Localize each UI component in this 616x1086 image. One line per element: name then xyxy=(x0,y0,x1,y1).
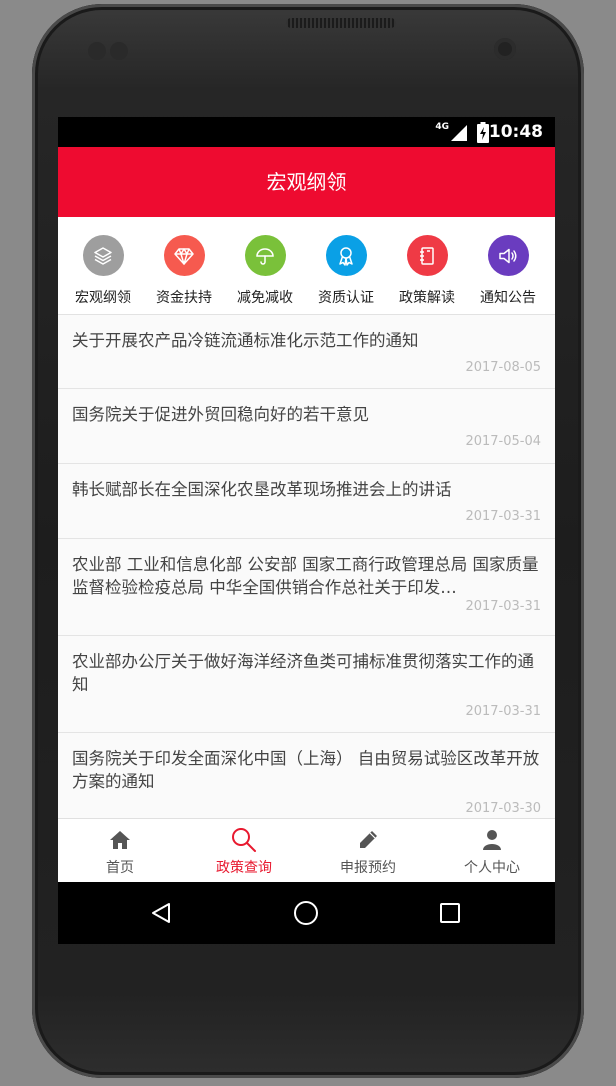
tab-label: 首页 xyxy=(106,860,134,876)
news-title: 国务院关于促进外贸回稳向好的若干意见 xyxy=(72,405,369,424)
news-item[interactable]: 农业部办公厅关于做好海洋经济鱼类可捕标准贯彻落实工作的通知 2017-03-31 xyxy=(58,636,555,733)
network-type: 4G xyxy=(435,122,449,132)
pencil-icon xyxy=(360,831,377,848)
news-date: 2017-08-05 xyxy=(465,360,541,375)
front-camera xyxy=(494,38,516,60)
tab-policy-search[interactable]: 政策查询 xyxy=(182,819,306,882)
speaker-icon xyxy=(499,248,517,263)
back-triangle-icon xyxy=(152,903,170,923)
category-tax-relief[interactable]: 减免减收 xyxy=(224,235,306,307)
notebook-icon xyxy=(420,246,434,265)
diamond-icon xyxy=(174,247,194,265)
news-title: 关于开展农产品冷链流通标准化示范工作的通知 xyxy=(72,331,419,350)
category-label: 宏观纲领 xyxy=(75,290,131,306)
category-label: 减免减收 xyxy=(237,290,293,306)
app-bar: 宏观纲领 xyxy=(58,147,555,217)
tab-label: 申报预约 xyxy=(340,860,396,876)
news-title: 农业部 工业和信息化部 公安部 国家工商行政管理总局 国家质量监督检验检疫总局 … xyxy=(72,555,539,597)
recents-square-icon xyxy=(440,903,460,923)
battery-icon xyxy=(477,122,489,143)
umbrella-icon xyxy=(256,247,274,265)
light-sensor xyxy=(110,42,128,60)
tab-profile[interactable]: 个人中心 xyxy=(430,819,554,882)
tab-home[interactable]: 首页 xyxy=(58,819,182,882)
tab-application[interactable]: 申报预约 xyxy=(306,819,430,882)
home-button[interactable] xyxy=(289,896,323,930)
news-item[interactable]: 国务院关于促进外贸回稳向好的若干意见 2017-05-04 xyxy=(58,389,555,464)
signal-icon xyxy=(451,125,467,141)
category-funding[interactable]: 资金扶持 xyxy=(143,235,225,307)
clock: 10:48 xyxy=(488,122,543,142)
news-item[interactable]: 韩长赋部长在全国深化农垦改革现场推进会上的讲话 2017-03-31 xyxy=(58,464,555,539)
category-label: 通知公告 xyxy=(480,290,536,306)
search-icon xyxy=(232,828,256,852)
news-list: 关于开展农产品冷链流通标准化示范工作的通知 2017-08-05 国务院关于促进… xyxy=(58,315,555,817)
category-interpretation[interactable]: 政策解读 xyxy=(386,235,468,307)
layers-icon xyxy=(94,246,112,265)
news-date: 2017-03-31 xyxy=(465,509,541,524)
news-item[interactable]: 农业部 工业和信息化部 公安部 国家工商行政管理总局 国家质量监督检验检疫总局 … xyxy=(58,539,555,636)
news-title: 农业部办公厅关于做好海洋经济鱼类可捕标准贯彻落实工作的通知 xyxy=(72,652,534,694)
bottom-tab-bar: 首页 政策查询 申报预约 个人中心 xyxy=(58,818,555,882)
news-date: 2017-03-31 xyxy=(465,704,541,719)
back-button[interactable] xyxy=(144,896,178,930)
category-icon-bg xyxy=(325,235,367,276)
tab-label: 政策查询 xyxy=(216,860,272,876)
earpiece-speaker xyxy=(286,18,396,28)
award-icon xyxy=(339,246,353,266)
news-title: 韩长赋部长在全国深化农垦改革现场推进会上的讲话 xyxy=(72,480,452,499)
recents-button[interactable] xyxy=(433,896,467,930)
category-certification[interactable]: 资质认证 xyxy=(305,235,387,307)
category-icon-bg xyxy=(406,235,448,276)
page-title: 宏观纲领 xyxy=(266,170,347,194)
user-icon xyxy=(483,830,501,850)
news-date: 2017-03-30 xyxy=(465,801,541,816)
category-label: 资质认证 xyxy=(318,290,374,306)
category-macro[interactable]: 宏观纲领 xyxy=(62,235,144,307)
category-icon-bg xyxy=(244,235,286,276)
news-item[interactable]: 国务院关于印发全面深化中国（上海） 自由贸易试验区改革开放方案的通知 2017-… xyxy=(58,733,555,817)
proximity-sensor xyxy=(88,42,106,60)
news-item[interactable]: 关于开展农产品冷链流通标准化示范工作的通知 2017-08-05 xyxy=(58,315,555,389)
category-announcements[interactable]: 通知公告 xyxy=(467,235,549,307)
category-icon-bg xyxy=(163,235,205,276)
category-icon-bg xyxy=(82,235,124,276)
category-label: 政策解读 xyxy=(399,290,455,306)
category-grid: 宏观纲领 资金扶持 减免减收 资质认证 政策解读 通知公告 xyxy=(58,217,555,315)
news-date: 2017-05-04 xyxy=(465,434,541,449)
home-icon xyxy=(110,831,130,849)
status-bar: 4G 10:48 xyxy=(58,117,555,147)
system-nav-bar xyxy=(58,882,555,944)
home-circle-icon xyxy=(294,901,318,925)
news-title: 国务院关于印发全面深化中国（上海） 自由贸易试验区改革开放方案的通知 xyxy=(72,749,540,791)
news-date: 2017-03-31 xyxy=(465,599,541,614)
screen: 4G 10:48 宏观纲领 宏观纲领 资金扶持 减免减收 资质认证 政策解读 通… xyxy=(58,117,555,944)
tab-label: 个人中心 xyxy=(464,860,520,876)
category-icon-bg xyxy=(487,235,529,276)
category-label: 资金扶持 xyxy=(156,290,212,306)
